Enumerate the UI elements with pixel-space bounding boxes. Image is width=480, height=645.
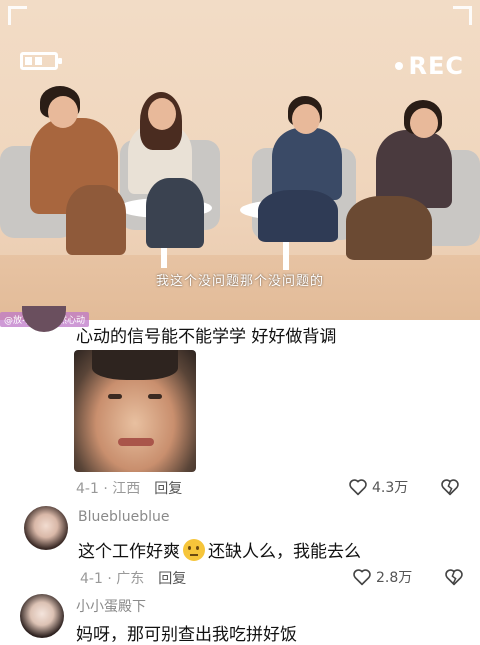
comment-text-part: 这个工作好爽 [78,542,180,562]
like-count: 2.8万 [376,570,413,586]
comment-username[interactable]: Blueblueblue [78,509,170,525]
comment-date: 4-1 [76,481,99,497]
like-count: 4.3万 [372,480,409,496]
comment-text: 妈呀，那可别查出我吃拼好饭 [76,625,297,645]
comment-username[interactable]: 小小蛋殿下 [76,596,146,616]
frame-corner [8,6,27,25]
frame-corner [453,6,472,25]
video-subtitle: 我这个没问题那个没问题的 [155,274,324,289]
person-head [48,96,78,128]
broken-heart-icon [445,569,463,586]
battery-icon [20,52,62,70]
broken-heart-icon [441,479,459,496]
person-head [410,108,438,138]
comment-image[interactable] [74,350,196,472]
video-player[interactable]: REC 我这个没问题那个没问题的 [0,0,480,320]
comment-text-part: 还缺人么，我能去么 [208,542,361,562]
thinking-face-icon [183,538,205,561]
comment-location: 广东 [116,571,145,587]
comment-date: 4-1 [80,571,103,587]
reply-button[interactable]: 回复 [158,568,186,588]
like-button[interactable]: 2.8万 [352,567,412,587]
person-legs [346,196,432,260]
reply-button[interactable]: 回复 [154,478,182,498]
dislike-button[interactable] [444,568,464,590]
dislike-button[interactable] [440,478,460,500]
avatar[interactable] [22,306,66,332]
person-head [148,98,176,130]
record-dot-icon [394,62,403,70]
person-head [292,104,320,134]
comment-text: 心动的信号能不能学学 好好做背调 [76,327,337,347]
comment-text: 这个工作好爽 还缺人么，我能去么 [78,537,361,562]
person-legs [258,190,338,242]
rec-indicator: REC [394,52,465,80]
person-legs [146,178,204,248]
avatar[interactable] [24,506,68,550]
heart-outline-icon [353,569,371,586]
avatar[interactable] [20,594,64,638]
like-button[interactable]: 4.3万 [348,477,408,497]
comment-meta: 4-1 · 江西 回复 [76,478,182,498]
comment-location: 江西 [112,481,141,497]
person-legs [66,185,126,255]
heart-outline-icon [349,479,367,496]
comment-meta: 4-1 · 广东 回复 [80,568,186,588]
rec-label: REC [408,52,464,80]
